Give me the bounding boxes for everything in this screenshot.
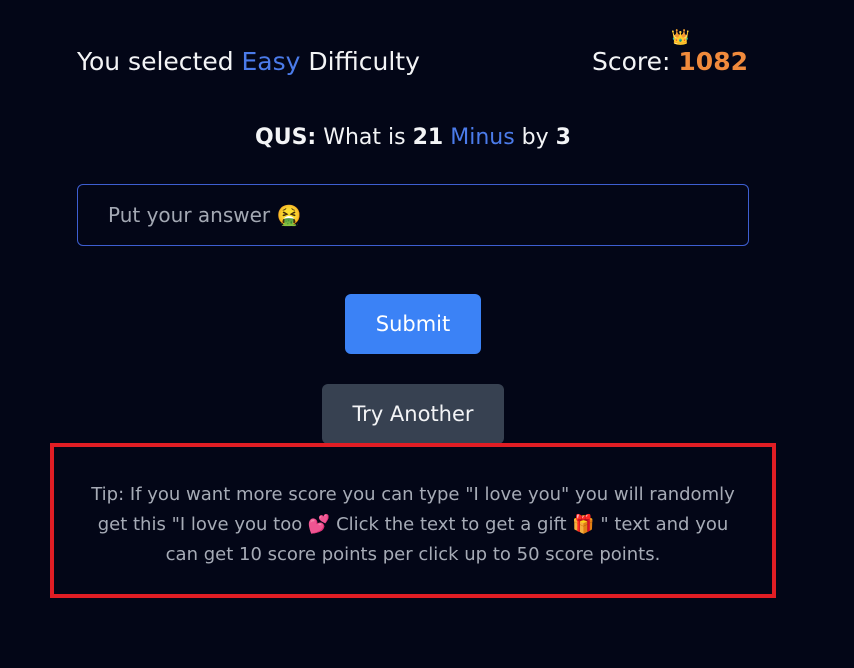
question-operation: Minus	[450, 125, 515, 150]
score-display: Score: 👑 1082	[592, 30, 748, 80]
question-number-1: 21	[412, 125, 444, 150]
score-label: Score:	[592, 47, 679, 76]
try-another-button[interactable]: Try Another	[322, 384, 504, 444]
difficulty-suffix: Difficulty	[300, 47, 420, 76]
difficulty-prefix: You selected	[77, 47, 242, 76]
submit-button[interactable]: Submit	[345, 294, 481, 354]
question-number-2: 3	[555, 125, 571, 150]
tip-line-3: can get 10 score points per click up to …	[165, 544, 661, 565]
score-value-wrap: 👑 1082	[671, 30, 748, 77]
score-value: 1082	[678, 47, 748, 76]
difficulty-heading: You selected Easy Difficulty	[77, 44, 420, 80]
tip-line-2: get this "I love you too 💕 Click the tex…	[97, 514, 729, 535]
game-page: You selected Easy Difficulty Score: 👑 108…	[0, 0, 854, 668]
tip-text: Tip: If you want more score you can type…	[54, 480, 772, 570]
question-text-mid: by	[514, 125, 556, 150]
crown-icon: 👑	[671, 28, 691, 46]
question-label: QUS:	[255, 125, 317, 150]
difficulty-value: Easy	[241, 47, 301, 76]
question-text-before: What is	[316, 125, 413, 150]
tip-highlight-box: Tip: If you want more score you can type…	[50, 443, 776, 598]
answer-input[interactable]	[77, 184, 749, 246]
tip-line-1: Tip: If you want more score you can type…	[91, 484, 735, 505]
question-text: QUS: What is 21 Minus by 3	[0, 122, 826, 154]
